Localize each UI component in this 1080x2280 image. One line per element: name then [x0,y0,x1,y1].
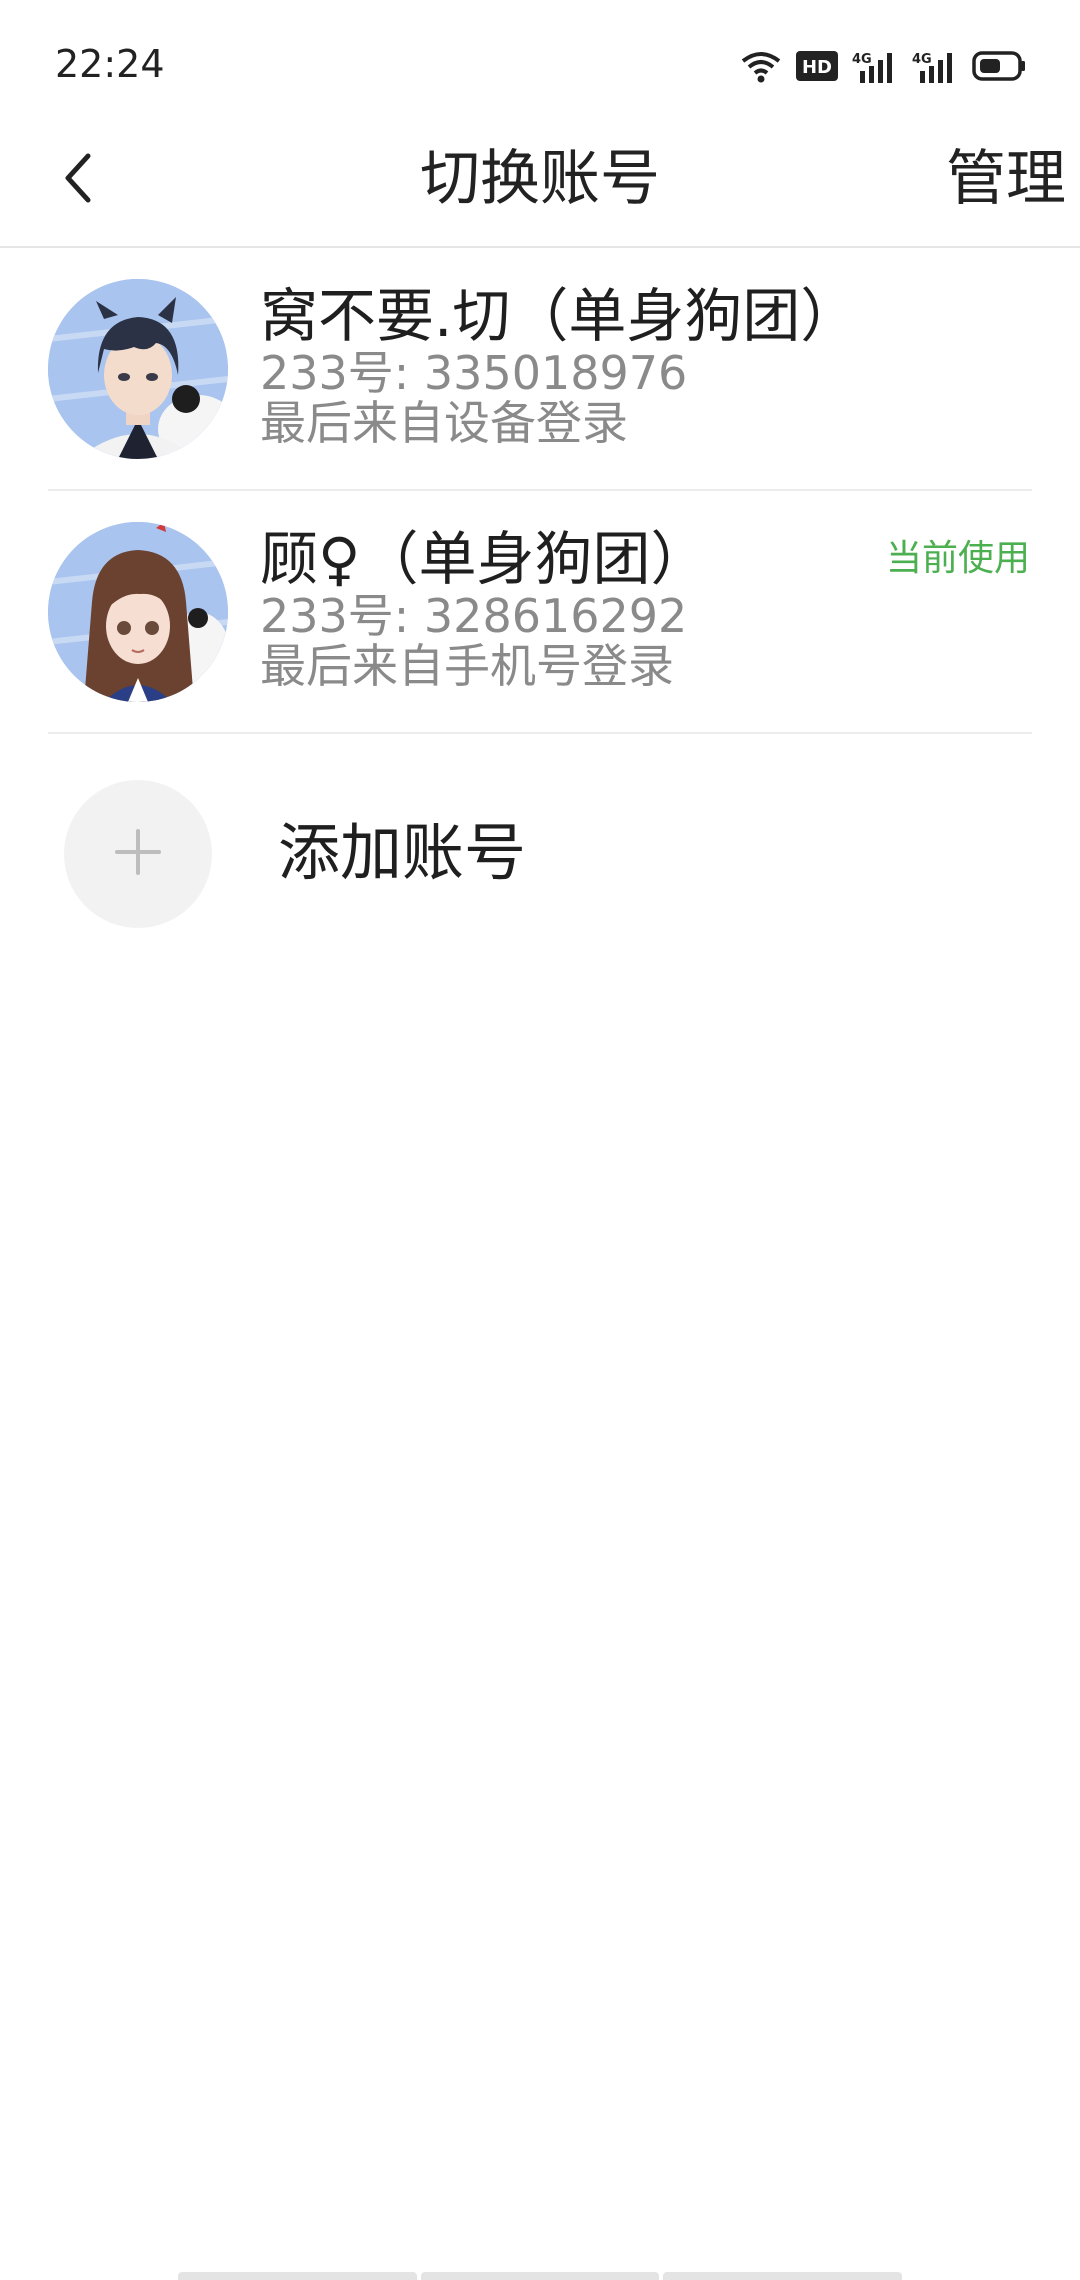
account-name: 窝不要.切（单身狗团） [260,282,859,350]
account-login-source: 最后来自手机号登录 [260,639,674,693]
add-account-button[interactable]: 添加账号 [64,780,964,930]
hd-icon: HD [796,51,838,81]
manage-button[interactable]: 管理 [946,134,1066,224]
gesture-bar [178,2272,903,2280]
account-info: 窝不要.切（单身狗团） 233号: 335018976 最后来自设备登录 [260,284,858,448]
status-icons: HD 4G 4G [740,46,1026,86]
page-title: 切换账号 [420,144,660,214]
battery-icon [972,51,1026,81]
avatar [48,279,228,459]
account-login-source: 最后来自设备登录 [260,396,628,450]
status-bar: 22:24 HD 4G 4G [0,0,1080,120]
plus-icon [113,827,163,881]
nav-bar: 切换账号 管理 [0,120,1080,248]
add-account-label: 添加账号 [278,816,527,889]
svg-text:HD: HD [802,57,832,78]
account-list: 窝不要.切（单身狗团） 233号: 335018976 最后来自设备登录 顾♀（… [0,248,1080,734]
add-account-circle [64,780,212,928]
account-id: 233号: 328616292 [260,589,688,643]
account-id: 233号: 335018976 [260,346,688,400]
wifi-icon [740,49,782,83]
svg-text:4G: 4G [852,52,872,67]
current-account-badge: 当前使用 [885,538,1030,579]
account-info: 顾♀（单身狗团） 233号: 328616292 最后来自手机号登录 [260,527,708,691]
svg-text:4G: 4G [912,52,932,67]
account-name: 顾♀（单身狗团） [260,525,709,593]
signal-4g-icon: 4G [852,49,898,83]
signal-4g-icon: 4G [912,49,958,83]
account-item[interactable]: 顾♀（单身狗团） 233号: 328616292 最后来自手机号登录 当前使用 [48,491,1032,734]
status-time: 22:24 [55,42,165,86]
account-item[interactable]: 窝不要.切（单身狗团） 233号: 335018976 最后来自设备登录 [48,248,1032,491]
avatar [48,522,228,702]
